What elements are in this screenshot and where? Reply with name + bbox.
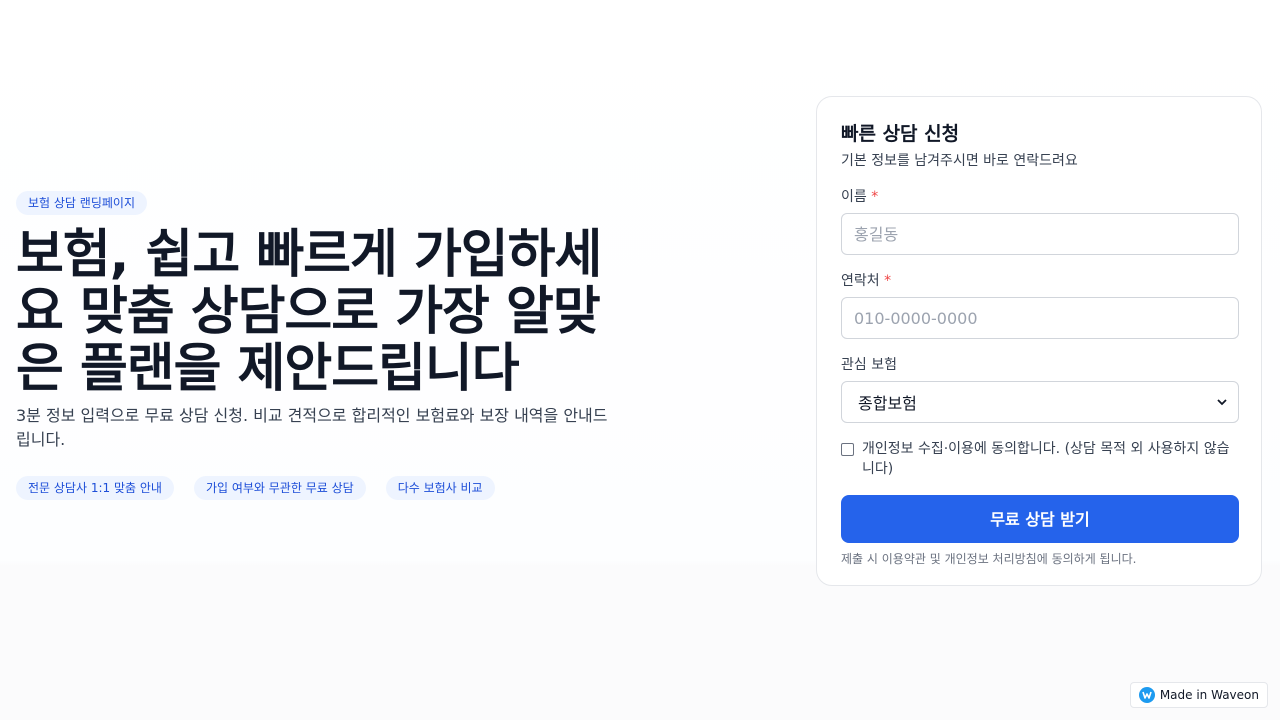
form-subtitle: 기본 정보를 남겨주시면 바로 연락드려요 xyxy=(841,153,1078,169)
submit-button[interactable]: 무료 상담 받기 xyxy=(841,495,1239,543)
consent-label: 개인정보 수집·이용에 동의합니다. (상담 목적 외 사용하지 않습니다) xyxy=(862,441,1230,477)
consultation-form: 빠른 상담 신청 기본 정보를 남겨주시면 바로 연락드려요 이름 * 연락처 … xyxy=(816,96,1262,586)
name-label-text: 이름 xyxy=(841,189,867,205)
required-mark: * xyxy=(871,189,879,205)
feature-tag: 다수 보험사 비교 xyxy=(385,476,495,500)
made-in-waveon-badge[interactable]: Made in Waveon xyxy=(1129,682,1268,708)
interest-select[interactable]: 종합보험 xyxy=(841,381,1239,423)
waveon-logo-icon xyxy=(1138,687,1155,703)
feature-tag: 전문 상담사 1:1 맞춤 안내 xyxy=(16,476,174,500)
form-title: 빠른 상담 신청 xyxy=(841,123,960,145)
hero-pill: 보험 상담 랜딩페이지 xyxy=(16,191,147,215)
consent-row: 개인정보 수집·이용에 동의합니다. (상담 목적 외 사용하지 않습니다) xyxy=(841,439,1237,479)
required-mark: * xyxy=(884,273,892,289)
hero-subtitle: 3분 정보 입력으로 무료 상담 신청. 비교 견적으로 합리적인 보험료와 보… xyxy=(16,406,608,449)
chevron-down-icon xyxy=(1217,399,1227,406)
landing-page: 보험 상담 랜딩페이지 보험, 쉽고 빠르게 가입하세요 맞춤 상담으로 가장 … xyxy=(0,0,1280,720)
feature-tag: 가입 여부와 무관한 무료 상담 xyxy=(193,476,366,500)
name-label: 이름 * xyxy=(841,187,1237,207)
hero-title: 보험, 쉽고 빠르게 가입하세요 맞춤 상담으로 가장 알맞은 플랜을 제안드립… xyxy=(16,225,602,399)
phone-label-text: 연락처 xyxy=(841,273,880,289)
badge-label: Made in Waveon xyxy=(1159,688,1259,702)
interest-selected-value: 종합보험 xyxy=(858,394,917,413)
consent-checkbox[interactable] xyxy=(841,443,854,456)
form-note: 제출 시 이용약관 및 개인정보 처리방침에 동의하게 됩니다. xyxy=(841,552,1137,566)
interest-label: 관심 보험 xyxy=(841,357,897,373)
phone-input[interactable] xyxy=(841,297,1239,339)
feature-tags: 전문 상담사 1:1 맞춤 안내 가입 여부와 무관한 무료 상담 다수 보험사… xyxy=(16,476,626,500)
hero-section: 보험 상담 랜딩페이지 보험, 쉽고 빠르게 가입하세요 맞춤 상담으로 가장 … xyxy=(16,191,626,500)
name-input[interactable] xyxy=(841,213,1239,255)
phone-label: 연락처 * xyxy=(841,271,1237,291)
